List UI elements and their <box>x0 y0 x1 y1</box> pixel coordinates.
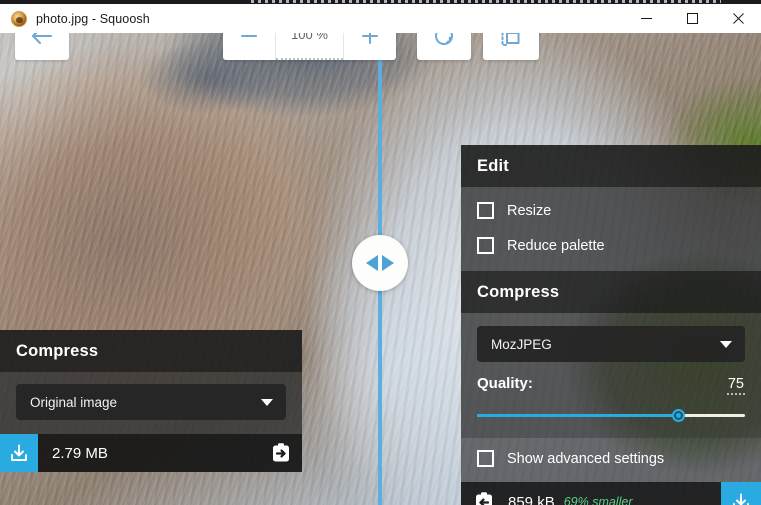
resize-checkbox-row[interactable]: Resize <box>477 193 745 228</box>
quality-slider-fill <box>477 414 678 417</box>
copy-to-right-button[interactable] <box>271 442 302 464</box>
minimize-icon <box>640 18 652 19</box>
compress-heading: Compress <box>461 271 761 313</box>
left-panel-body: Original image <box>0 372 302 434</box>
squoosh-logo-icon <box>11 10 27 27</box>
close-button[interactable] <box>715 4 761 33</box>
chevron-down-icon <box>261 399 273 406</box>
comparison-divider-handle[interactable] <box>352 235 408 291</box>
left-status-bar: 2.79 MB <box>0 434 302 472</box>
left-panel-heading: Compress <box>0 330 302 372</box>
right-codec-select[interactable]: MozJPEG <box>477 326 745 362</box>
quality-value[interactable]: 75 <box>726 376 745 395</box>
right-options-panel: Edit Resize Reduce palette Compress MozJ… <box>461 145 761 505</box>
left-right-arrows-icon <box>366 255 394 271</box>
desktop-top-strip <box>0 0 761 4</box>
reduce-palette-label: Reduce palette <box>507 237 605 254</box>
minimize-button[interactable] <box>623 4 669 33</box>
left-file-size: 2.79 MB <box>52 444 108 462</box>
download-icon <box>733 493 749 505</box>
download-icon <box>11 444 27 461</box>
edit-heading: Edit <box>461 145 761 187</box>
checkbox-icon[interactable] <box>477 202 494 219</box>
show-advanced-settings-label: Show advanced settings <box>507 450 665 467</box>
right-codec-value: MozJPEG <box>491 336 552 352</box>
right-download-button[interactable] <box>721 482 761 505</box>
quality-row: Quality: 75 <box>477 362 745 397</box>
window-title: photo.jpg - Squoosh <box>36 11 150 26</box>
left-download-button[interactable] <box>0 434 38 472</box>
quality-label: Quality: <box>477 375 533 392</box>
show-advanced-settings-row[interactable]: Show advanced settings <box>477 441 745 476</box>
copy-to-right-icon <box>273 443 289 462</box>
reduce-palette-checkbox-row[interactable]: Reduce palette <box>477 228 745 263</box>
chevron-down-icon <box>720 341 732 348</box>
quality-slider-thumb[interactable] <box>672 409 685 422</box>
checkbox-icon[interactable] <box>477 450 494 467</box>
right-file-size: 859 kB <box>508 493 555 505</box>
title-bar: photo.jpg - Squoosh <box>0 4 761 33</box>
maximize-icon <box>686 13 698 24</box>
left-codec-select[interactable]: Original image <box>16 384 286 420</box>
close-icon <box>732 13 744 24</box>
left-codec-value: Original image <box>30 394 118 410</box>
squoosh-window: photo.jpg - Squoosh 100 % Compress Origi… <box>0 0 761 505</box>
edit-options-section: Resize Reduce palette <box>461 187 761 271</box>
resize-label: Resize <box>507 202 552 219</box>
left-options-panel: Compress Original image 2.79 MB <box>0 330 302 472</box>
right-status-bar: 859 kB 69% smaller <box>461 482 761 505</box>
quality-slider[interactable] <box>477 406 745 426</box>
copy-to-left-icon <box>476 492 492 505</box>
checkbox-icon[interactable] <box>477 237 494 254</box>
compress-options-section: MozJPEG Quality: 75 <box>461 313 761 438</box>
advanced-settings-section: Show advanced settings <box>461 438 761 482</box>
maximize-button[interactable] <box>669 4 715 33</box>
savings-badge: 69% smaller <box>563 495 633 505</box>
copy-to-left-button[interactable] <box>461 491 494 505</box>
